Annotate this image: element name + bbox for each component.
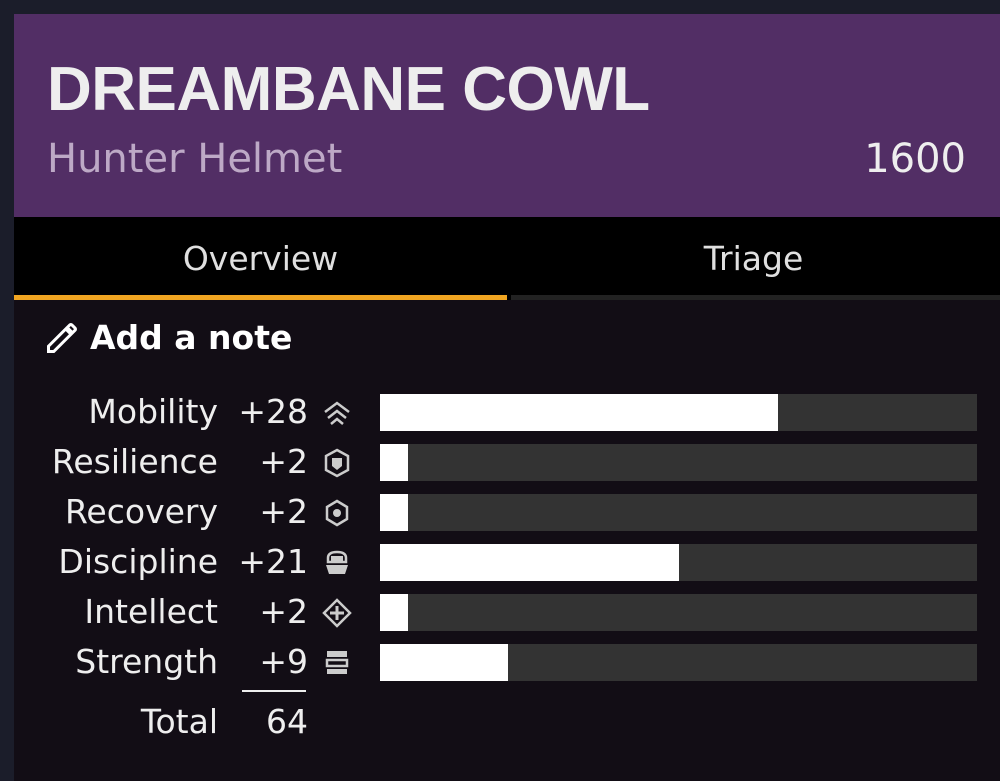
tab-overview[interactable]: Overview	[14, 217, 507, 300]
stat-value: +28	[238, 392, 308, 431]
total-divider	[242, 690, 306, 692]
add-note-button[interactable]: Add a note	[44, 318, 292, 357]
item-popup: DREAMBANE COWL Hunter Helmet 1600 Overvi…	[14, 14, 1000, 781]
pencil-icon	[47, 322, 77, 353]
stat-bar	[380, 594, 977, 631]
item-header: DREAMBANE COWL Hunter Helmet 1600	[14, 14, 1000, 217]
stat-row-strength: Strength +9	[14, 642, 1000, 682]
strength-icon	[325, 651, 349, 674]
item-name: DREAMBANE COWL	[47, 55, 650, 124]
stat-row-recovery: Recovery +2	[14, 492, 1000, 532]
stat-value: +2	[259, 592, 308, 631]
stat-bar	[380, 394, 977, 431]
stat-label: Discipline	[58, 542, 218, 581]
stat-value: +9	[259, 642, 308, 681]
stat-label: Mobility	[88, 392, 218, 431]
stat-bar	[380, 544, 977, 581]
add-note-label: Add a note	[90, 318, 293, 357]
stat-row-resilience: Resilience +2	[14, 442, 1000, 482]
stat-bar-fill	[380, 594, 409, 631]
stat-bar	[380, 644, 977, 681]
stat-bar-fill	[380, 444, 409, 481]
stat-value: +2	[259, 442, 308, 481]
stat-row-discipline: Discipline +21	[14, 542, 1000, 582]
mobility-icon	[324, 401, 350, 425]
tab-triage[interactable]: Triage	[507, 217, 1000, 300]
stat-row-mobility: Mobility +28	[14, 392, 1000, 432]
stat-label: Resilience	[51, 442, 218, 481]
stat-value: +2	[259, 492, 308, 531]
stat-bar-fill	[380, 394, 778, 431]
stat-label: Strength	[75, 642, 218, 681]
recovery-icon	[325, 499, 349, 527]
stat-bar	[380, 444, 977, 481]
stat-value: +21	[238, 542, 308, 581]
tab-bar: Overview Triage	[14, 217, 1000, 300]
total-value: 64	[266, 702, 308, 741]
item-type: Hunter Helmet	[47, 136, 343, 182]
stat-label: Intellect	[84, 592, 218, 631]
stat-row-intellect: Intellect +2	[14, 592, 1000, 632]
stat-bar-fill	[380, 644, 508, 681]
item-power: 1600	[864, 136, 966, 182]
stat-bar-fill	[380, 494, 409, 531]
stat-bar	[380, 494, 977, 531]
stat-label: Recovery	[64, 492, 218, 531]
intellect-icon	[322, 598, 352, 628]
resilience-icon	[324, 448, 350, 478]
total-label: Total	[140, 702, 218, 741]
stat-bar-fill	[380, 544, 679, 581]
discipline-icon	[326, 550, 348, 574]
